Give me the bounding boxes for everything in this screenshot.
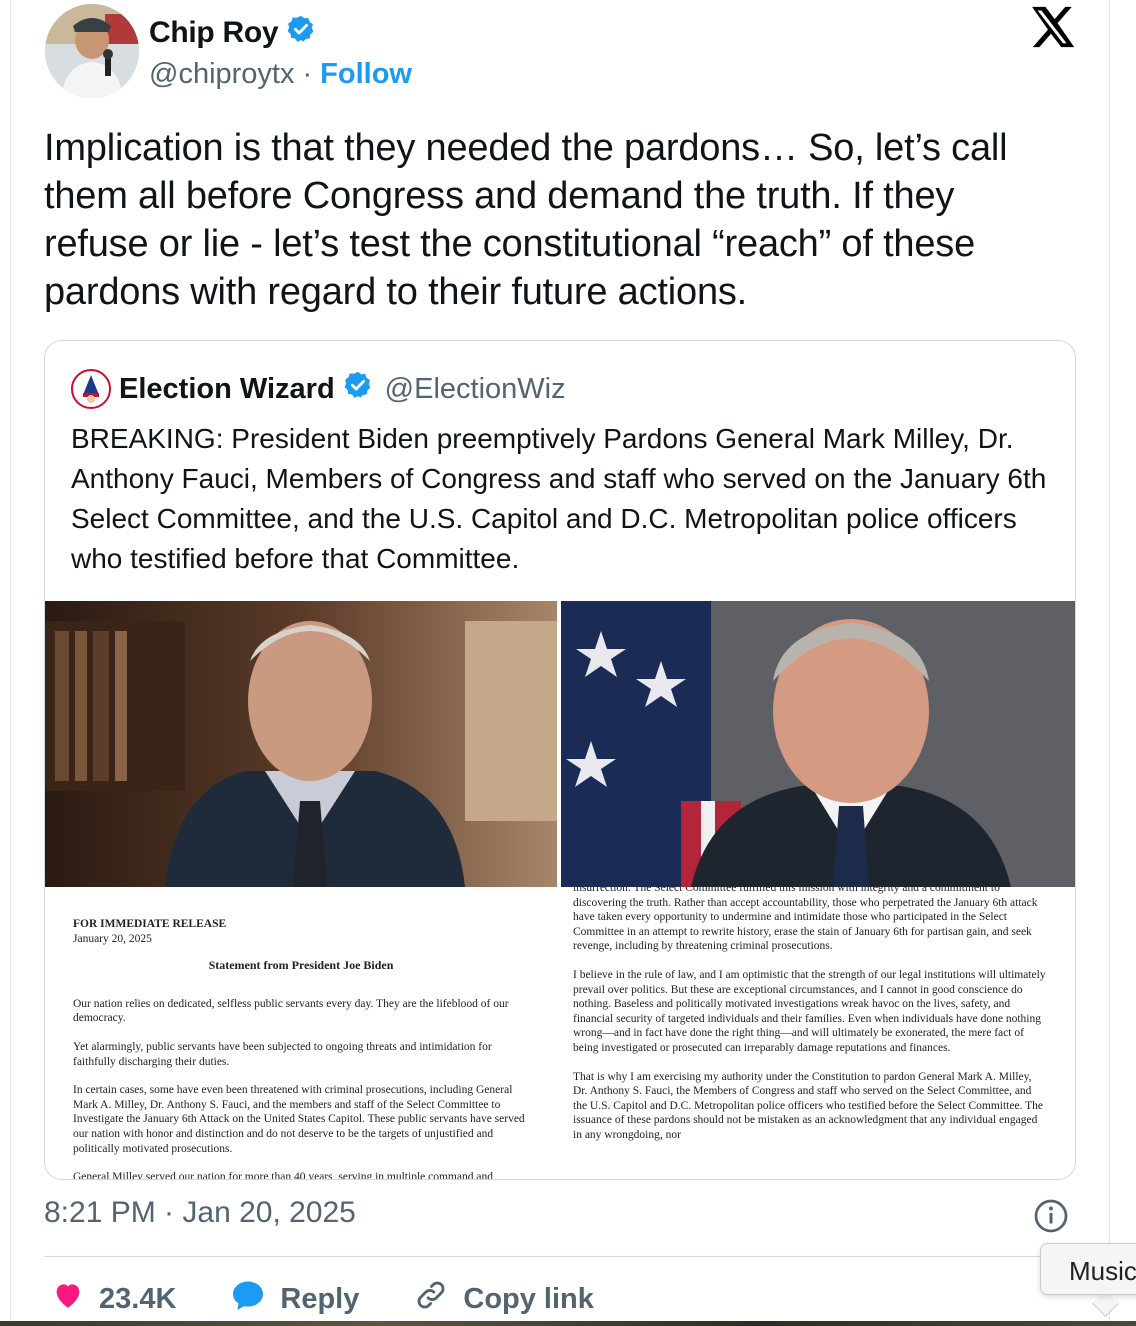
statement-title: Statement from President Joe Biden	[208, 958, 394, 973]
author-name-row[interactable]: Chip Roy	[149, 14, 316, 52]
statement-document-left[interactable]: FOR IMMEDIATE RELEASE January 20, 2025 S…	[45, 887, 557, 1179]
reply-bubble-icon	[230, 1278, 266, 1320]
author-name[interactable]: Chip Roy	[149, 16, 279, 50]
verified-badge-icon	[286, 14, 316, 52]
doc-paragraph: General Milley served our nation for mor…	[73, 1171, 493, 1179]
info-icon[interactable]	[1033, 1198, 1069, 1234]
quoted-author-handle: @ElectionWiz	[384, 372, 566, 405]
quoted-avatar	[71, 369, 111, 409]
doc-paragraph: Our nation relies on dedicated, selfless…	[73, 997, 509, 1025]
separator: ·	[302, 58, 313, 90]
quoted-text: BREAKING: President Biden preemptively P…	[71, 423, 1047, 574]
doc-paragraph: I believe in the rule of law, and I am o…	[573, 968, 1046, 1054]
doc-paragraph: That is why I am exercising my authority…	[573, 1070, 1044, 1141]
doc-paragraph: In certain cases, some have even been th…	[73, 1084, 525, 1155]
author-handle[interactable]: @chiproytx	[149, 58, 294, 91]
avatar[interactable]	[45, 4, 139, 98]
tweet-card: Chip Roy @chiproytx · Follow Implication…	[10, 0, 1110, 1326]
tweet-text: Implication is that they needed the pard…	[44, 127, 1008, 313]
reply-label: Reply	[280, 1282, 360, 1315]
release-label: FOR IMMEDIATE RELEASE	[73, 918, 227, 930]
author-handle-row: @chiproytx · Follow	[149, 58, 412, 91]
release-date: January 20, 2025	[73, 932, 152, 945]
follow-button[interactable]: Follow	[320, 58, 412, 91]
fauci-photo[interactable]	[45, 601, 557, 887]
quoted-tweet[interactable]: Election Wizard @ElectionWiz BREAKING: P…	[44, 340, 1076, 1180]
desktop-background-strip	[0, 1321, 1136, 1326]
reply-button[interactable]: Reply	[230, 1278, 359, 1320]
like-button[interactable]: 23.4K	[51, 1278, 176, 1320]
quoted-header: Election Wizard @ElectionWiz	[71, 369, 566, 409]
x-logo-icon[interactable]	[1029, 4, 1075, 50]
statement-document-right[interactable]: insurrection. The Select Committee fulfi…	[561, 887, 1075, 1179]
copy-link-label: Copy link	[463, 1282, 594, 1315]
milley-photo[interactable]	[561, 601, 1075, 887]
quoted-author-name[interactable]: Election Wizard	[119, 373, 335, 406]
doc-paragraph: Yet alarmingly, public servants have bee…	[73, 1040, 492, 1068]
music-tooltip: Music	[1040, 1243, 1136, 1295]
action-bar: 23.4K Reply Copy link	[51, 1278, 648, 1320]
tweet-timestamp[interactable]: 8:21 PM · Jan 20, 2025	[44, 1196, 356, 1230]
divider	[44, 1256, 1084, 1257]
link-icon	[413, 1278, 449, 1320]
doc-paragraph: insurrection. The Select Committee fulfi…	[573, 887, 1038, 953]
like-count: 23.4K	[99, 1282, 177, 1315]
copy-link-button[interactable]: Copy link	[413, 1278, 594, 1320]
heart-icon	[51, 1278, 85, 1320]
verified-badge-icon	[343, 370, 373, 408]
